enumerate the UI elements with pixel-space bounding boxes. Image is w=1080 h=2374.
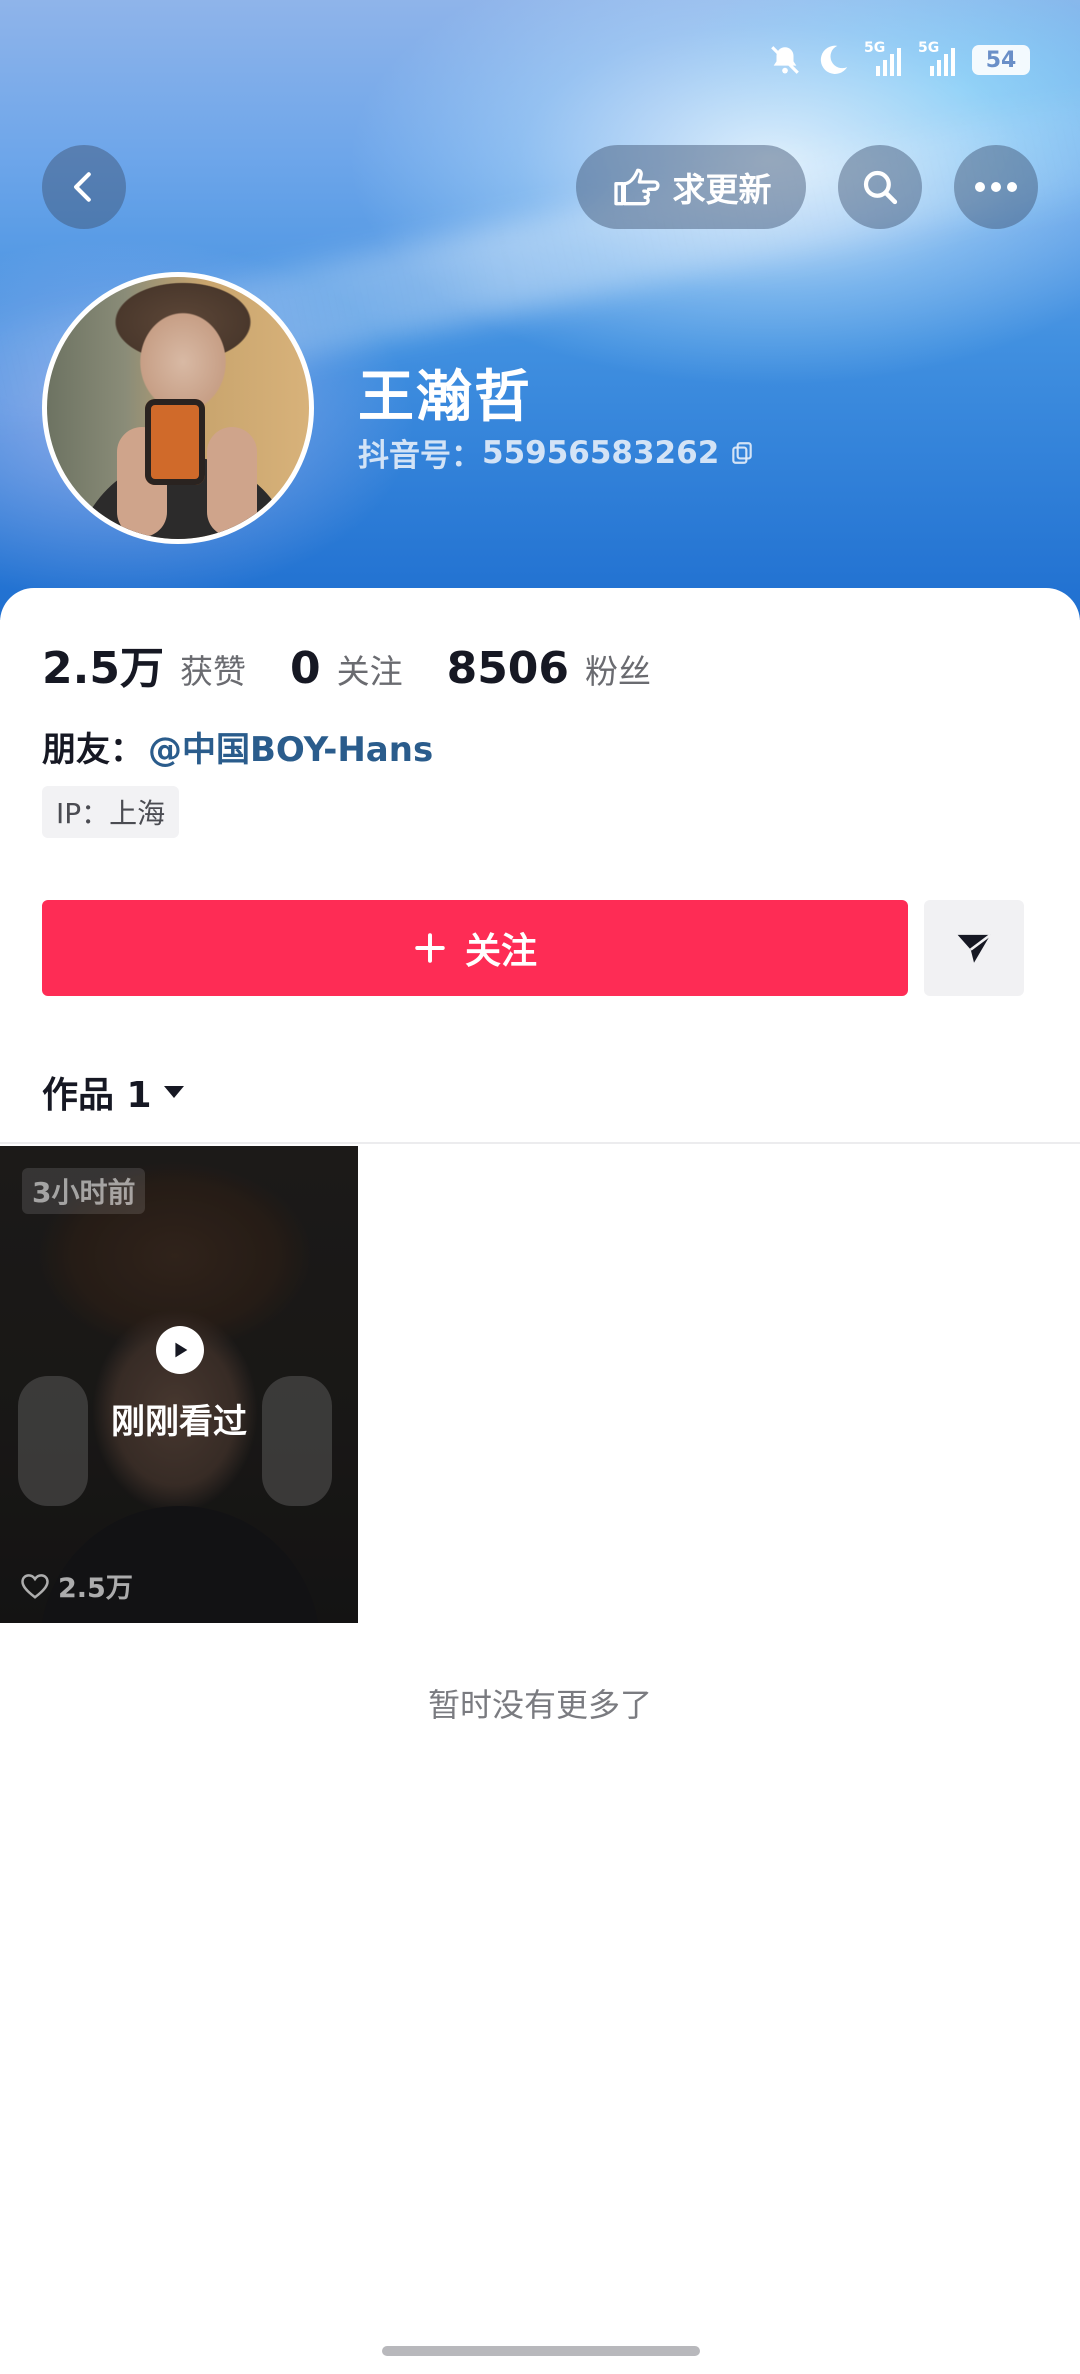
signal-5g-icon: 5G bbox=[864, 40, 904, 78]
stats-row: 2.5万 获赞 0 关注 8506 粉丝 bbox=[42, 632, 695, 696]
follow-label: 关注 bbox=[464, 931, 537, 972]
stat-label: 获赞 bbox=[179, 652, 246, 691]
tab-divider bbox=[0, 1142, 1080, 1144]
plus-icon bbox=[415, 933, 445, 963]
caret-down-icon bbox=[163, 1086, 184, 1098]
battery-level: 54 bbox=[985, 47, 1017, 73]
thumbnail-overlay bbox=[0, 1146, 358, 1623]
copy-icon[interactable] bbox=[729, 440, 755, 466]
do-not-disturb-moon-icon bbox=[816, 43, 850, 77]
stat-followers[interactable]: 8506 粉丝 bbox=[447, 643, 651, 694]
home-indicator[interactable] bbox=[382, 2346, 700, 2356]
stat-value: 2.5万 bbox=[42, 643, 164, 694]
avatar-photo-arm-2 bbox=[207, 427, 257, 537]
battery-icon: 54 bbox=[972, 45, 1030, 75]
more-options-button[interactable] bbox=[954, 145, 1038, 229]
stat-value: 8506 bbox=[446, 643, 570, 694]
video-likes: 2.5万 bbox=[20, 1566, 133, 1605]
pointing-hand-icon bbox=[613, 168, 660, 206]
stat-likes[interactable]: 2.5万 获赞 bbox=[42, 632, 246, 696]
stat-label: 粉丝 bbox=[585, 652, 652, 691]
friend-row: 朋友： @中国BOY-Hans bbox=[42, 722, 433, 771]
search-button[interactable] bbox=[838, 145, 922, 229]
request-update-label: 求更新 bbox=[672, 170, 772, 209]
request-update-button[interactable]: 求更新 bbox=[576, 145, 806, 229]
video-likes-count: 2.5万 bbox=[58, 1573, 133, 1604]
account-id-value: 55956583262 bbox=[482, 434, 720, 471]
recently-watched-label: 刚刚看过 bbox=[111, 1402, 247, 1442]
end-of-list-text: 暂时没有更多了 bbox=[427, 1686, 652, 1724]
profile-page: 5G 5G 54 求更新 王瀚哲 抖音号： 55956583262 2.5万 获… bbox=[0, 0, 1080, 2374]
stat-following[interactable]: 0 关注 bbox=[290, 643, 403, 694]
video-time-badge: 3小时前 bbox=[22, 1168, 146, 1214]
video-card[interactable]: 3小时前 刚刚看过 2.5万 bbox=[0, 1146, 358, 1623]
stat-label: 关注 bbox=[336, 652, 403, 691]
follow-button[interactable]: 关注 bbox=[42, 900, 908, 996]
play-icon bbox=[156, 1326, 204, 1374]
chevron-left-icon bbox=[74, 172, 91, 202]
tab-works[interactable]: 作品 1 bbox=[42, 1066, 186, 1118]
status-bar: 5G 5G 54 bbox=[768, 30, 1030, 90]
account-id-row[interactable]: 抖音号： 55956583262 bbox=[358, 430, 755, 475]
account-id-prefix: 抖音号： bbox=[358, 438, 482, 474]
search-icon bbox=[863, 170, 898, 205]
mute-bell-icon bbox=[768, 43, 802, 77]
avatar[interactable] bbox=[42, 272, 314, 544]
network-label-1: 5G bbox=[864, 40, 886, 56]
friend-link[interactable]: @中国BOY-Hans bbox=[148, 722, 433, 771]
heart-icon bbox=[21, 1573, 49, 1599]
signal-5g-icon-2: 5G bbox=[918, 40, 958, 78]
works-tab-label: 作品 1 bbox=[42, 1075, 152, 1116]
network-label-2: 5G bbox=[918, 40, 940, 56]
friend-prefix: 朋友： bbox=[42, 730, 144, 770]
avatar-photo-phone bbox=[145, 399, 205, 485]
profile-name: 王瀚哲 bbox=[358, 365, 532, 430]
more-dots-icon bbox=[975, 182, 1017, 192]
send-plane-icon bbox=[957, 933, 992, 963]
ip-location-badge: IP：上海 bbox=[42, 786, 180, 838]
back-button[interactable] bbox=[42, 145, 126, 229]
stat-value: 0 bbox=[289, 643, 321, 694]
send-message-button[interactable] bbox=[924, 900, 1024, 996]
